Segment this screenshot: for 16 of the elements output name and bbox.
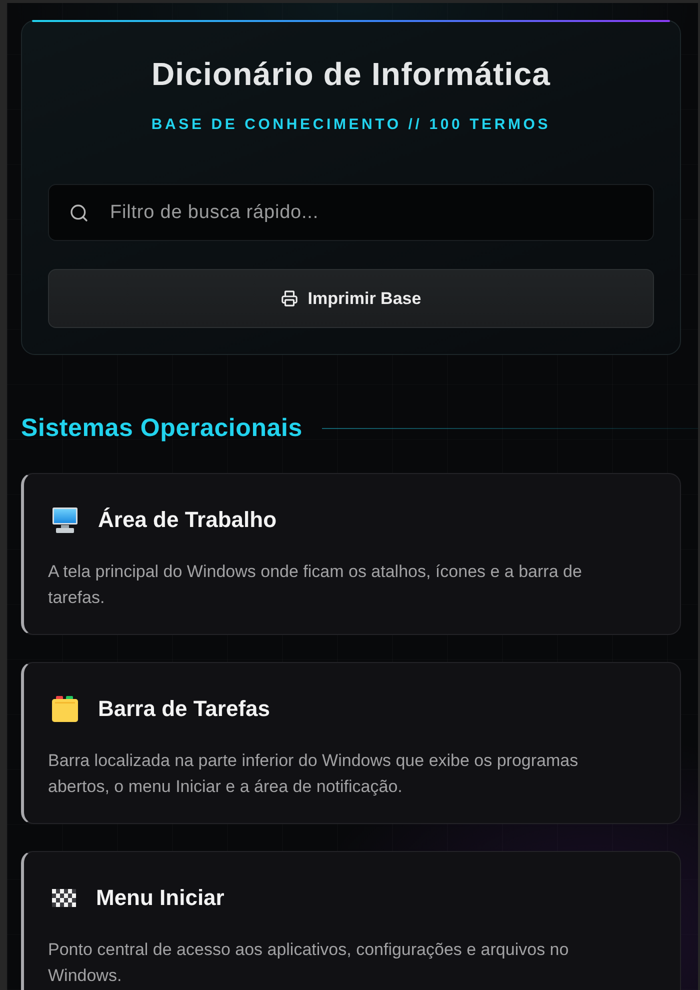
term-title: Menu Iniciar [96, 885, 224, 911]
folder-icon [52, 696, 78, 722]
section-heading: Sistemas Operacionais [21, 413, 302, 443]
monitor-icon [52, 507, 78, 533]
printer-icon [280, 290, 298, 307]
page-subtitle: BASE DE CONHECIMENTO // 100 TERMOS [151, 115, 551, 135]
term-title: Área de Trabalho [98, 507, 277, 533]
term-title: Barra de Tarefas [98, 696, 270, 722]
search-field[interactable]: Filtro de busca rápido... [48, 184, 654, 241]
term-definition: A tela principal do Windows onde ficam os atalhos, ícones e a barra de tarefas. [48, 561, 583, 609]
search-icon [69, 203, 89, 223]
page-title: Dicionário de Informática [151, 55, 551, 93]
print-button[interactable]: Imprimir Base [48, 269, 654, 328]
term-definition: Barra localizada na parte inferior do Windows que exibe os programas abertos, o menu Iniciar e a área de notificação. [48, 750, 580, 798]
checkered-flag-icon [52, 889, 76, 907]
term-definition: Ponto central de acesso aos aplicativos, configurações e arquivos no Windows. [48, 939, 570, 987]
